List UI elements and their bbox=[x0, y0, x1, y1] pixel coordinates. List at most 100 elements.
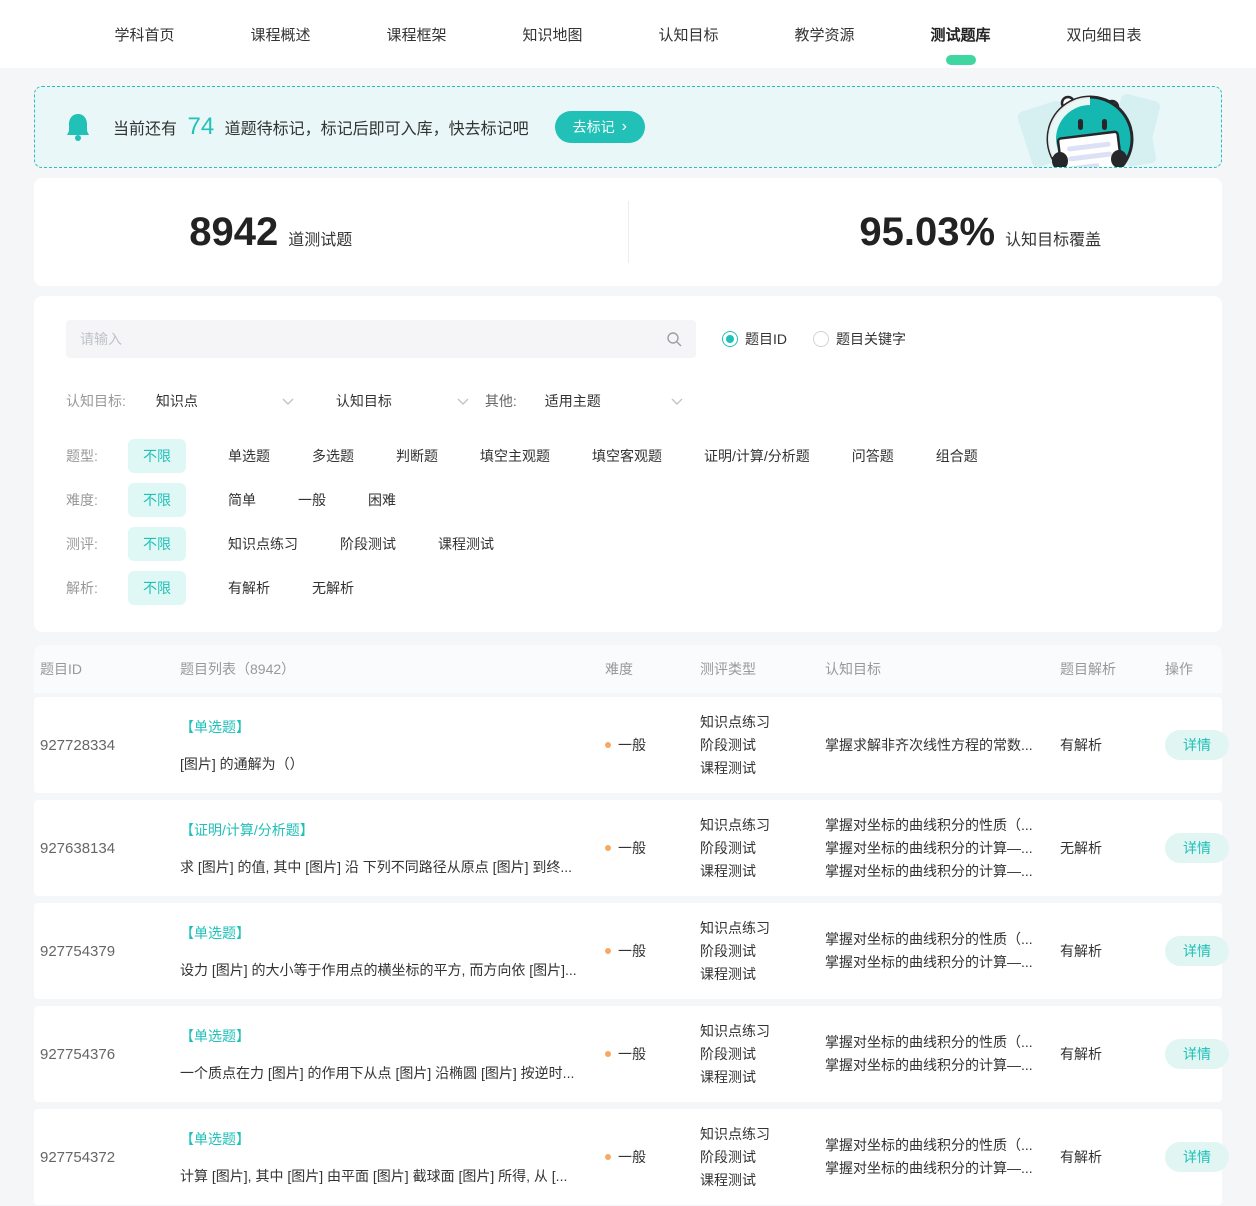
filter-option[interactable]: 简单 bbox=[228, 490, 256, 510]
applicable-topic-dropdown[interactable]: 适用主题 bbox=[545, 391, 683, 411]
coverage-label: 认知目标覆盖 bbox=[1005, 226, 1101, 250]
col-header-question-list: 题目列表（8942） bbox=[180, 659, 605, 679]
analysis-status: 有解析 bbox=[1060, 1044, 1165, 1064]
banner-message: 当前还有 74 道题待标记，标记后即可入库，快去标记吧 bbox=[113, 113, 529, 141]
radio-question-keyword[interactable]: 题目关键字 bbox=[813, 329, 906, 349]
filter-option[interactable]: 不限 bbox=[128, 527, 186, 561]
question-id: 927754372 bbox=[40, 1149, 180, 1166]
nav-tab-cognitive-goals[interactable]: 认知目标 bbox=[659, 0, 719, 69]
detail-button[interactable]: 详情 bbox=[1165, 1142, 1229, 1172]
filter-option[interactable]: 阶段测试 bbox=[340, 534, 396, 554]
cognitive-goal-filter-label: 认知目标: bbox=[66, 391, 126, 411]
filter-option[interactable]: 有解析 bbox=[228, 578, 270, 598]
difficulty-dot-icon bbox=[605, 1154, 611, 1160]
filter-option[interactable]: 课程测试 bbox=[438, 534, 494, 554]
dropdown-filter-row: 认知目标: 知识点 认知目标 其他: 适用主题 bbox=[66, 391, 1190, 411]
nav-tab-test-bank[interactable]: 测试题库 bbox=[931, 0, 991, 69]
eval-types: 知识点练习 阶段测试 课程测试 bbox=[700, 1020, 825, 1089]
radio-label: 题目ID bbox=[745, 329, 787, 349]
question-type-tag: 【单选题】 bbox=[180, 1129, 585, 1149]
go-mark-label: 去标记 bbox=[573, 117, 615, 137]
dropdown-value: 知识点 bbox=[156, 391, 198, 411]
stat-total-questions: 8942 道测试题 bbox=[0, 210, 568, 255]
filter-option[interactable]: 多选题 bbox=[312, 446, 354, 466]
coverage-percent: 95.03% bbox=[859, 210, 995, 255]
filter-option[interactable]: 组合题 bbox=[936, 446, 978, 466]
filter-option[interactable]: 判断题 bbox=[396, 446, 438, 466]
chevron-down-icon bbox=[671, 398, 683, 405]
filter-option[interactable]: 无解析 bbox=[312, 578, 354, 598]
search-input[interactable] bbox=[80, 331, 666, 347]
go-mark-button[interactable]: 去标记 › bbox=[555, 111, 645, 143]
detail-button[interactable]: 详情 bbox=[1165, 833, 1229, 863]
chevron-down-icon bbox=[457, 398, 469, 405]
filter-option[interactable]: 不限 bbox=[128, 571, 186, 605]
nav-tab-course-overview[interactable]: 课程概述 bbox=[250, 0, 310, 69]
top-navigation: 学科首页 课程概述 课程框架 知识地图 认知目标 教学资源 测试题库 双向细目表 bbox=[0, 0, 1256, 68]
filter-option[interactable]: 知识点练习 bbox=[228, 534, 298, 554]
difficulty-label: 一般 bbox=[618, 1044, 646, 1064]
difficulty-dot-icon bbox=[605, 1051, 611, 1057]
stat-coverage: 95.03% 认知目标覆盖 bbox=[684, 210, 1256, 255]
cognitive-goals: 掌握对坐标的曲线积分的性质（... 掌握对坐标的曲线积分的计算—... 掌握对坐… bbox=[825, 814, 1060, 883]
question-id: 927754376 bbox=[40, 1046, 180, 1063]
filter-option[interactable]: 填空主观题 bbox=[480, 446, 550, 466]
analysis-status: 有解析 bbox=[1060, 941, 1165, 961]
filter-option[interactable]: 填空客观题 bbox=[592, 446, 662, 466]
question-id: 927728334 bbox=[40, 737, 180, 754]
detail-button[interactable]: 详情 bbox=[1165, 936, 1229, 966]
detail-button[interactable]: 详情 bbox=[1165, 730, 1229, 760]
question-text: 设力 [图片] 的大小等于作用点的横坐标的平方, 而方向依 [图片]... bbox=[180, 960, 585, 980]
filter-option[interactable]: 单选题 bbox=[228, 446, 270, 466]
question-type-tag: 【证明/计算/分析题】 bbox=[180, 820, 585, 840]
difficulty-dot-icon bbox=[605, 845, 611, 851]
analysis-status: 无解析 bbox=[1060, 838, 1165, 858]
filter-option[interactable]: 不限 bbox=[128, 483, 186, 517]
cognitive-goals: 掌握对坐标的曲线积分的性质（... 掌握对坐标的曲线积分的计算—... bbox=[825, 1134, 1060, 1180]
cognitive-goals: 掌握对坐标的曲线积分的性质（... 掌握对坐标的曲线积分的计算—... bbox=[825, 1031, 1060, 1077]
filter-label: 解析: bbox=[66, 578, 128, 598]
question-text: 求 [图片] 的值, 其中 [图片] 沿 下列不同路径从原点 [图片] 到终..… bbox=[180, 857, 585, 877]
nav-tab-teaching-resources[interactable]: 教学资源 bbox=[795, 0, 855, 69]
detail-button[interactable]: 详情 bbox=[1165, 1039, 1229, 1069]
knowledge-point-dropdown[interactable]: 知识点 bbox=[156, 391, 294, 411]
filter-option[interactable]: 问答题 bbox=[852, 446, 894, 466]
difficulty-label: 一般 bbox=[618, 1147, 646, 1167]
eval-types: 知识点练习 阶段测试 课程测试 bbox=[700, 917, 825, 986]
cognitive-goal-dropdown[interactable]: 认知目标 bbox=[336, 391, 469, 411]
question-type-tag: 【单选题】 bbox=[180, 923, 585, 943]
chevron-right-icon: › bbox=[622, 119, 627, 135]
nav-tab-knowledge-map[interactable]: 知识地图 bbox=[522, 0, 582, 69]
difficulty-dot-icon bbox=[605, 742, 611, 748]
filter-row-evaluation: 测评: 不限 知识点练习 阶段测试 课程测试 bbox=[66, 527, 1190, 561]
nav-tab-subject-home[interactable]: 学科首页 bbox=[114, 0, 174, 69]
search-mode-radios: 题目ID 题目关键字 bbox=[722, 329, 906, 349]
eval-types: 知识点练习 阶段测试 课程测试 bbox=[700, 1123, 825, 1192]
search-input-wrapper bbox=[66, 320, 696, 358]
notice-banner: 当前还有 74 道题待标记，标记后即可入库，快去标记吧 去标记 › bbox=[34, 86, 1222, 168]
other-filter-label: 其他: bbox=[485, 391, 517, 411]
filter-label: 题型: bbox=[66, 446, 128, 466]
col-header-difficulty: 难度 bbox=[605, 659, 700, 679]
filter-option[interactable]: 不限 bbox=[128, 439, 186, 473]
table-row: 927754376 【单选题】 一个质点在力 [图片] 的作用下从点 [图片] … bbox=[34, 1006, 1222, 1102]
radio-question-id[interactable]: 题目ID bbox=[722, 329, 787, 349]
banner-text-after: 道题待标记，标记后即可入库，快去标记吧 bbox=[225, 121, 529, 138]
difficulty-label: 一般 bbox=[618, 735, 646, 755]
table-row: 927638134 【证明/计算/分析题】 求 [图片] 的值, 其中 [图片]… bbox=[34, 800, 1222, 896]
question-type-tag: 【单选题】 bbox=[180, 1026, 585, 1046]
filter-option[interactable]: 一般 bbox=[298, 490, 326, 510]
table-row: 927754379 【单选题】 设力 [图片] 的大小等于作用点的横坐标的平方,… bbox=[34, 903, 1222, 999]
nav-tab-course-framework[interactable]: 课程框架 bbox=[386, 0, 446, 69]
radio-label: 题目关键字 bbox=[836, 329, 906, 349]
filter-label: 难度: bbox=[66, 490, 128, 510]
bell-icon bbox=[65, 112, 91, 142]
stats-card: 8942 道测试题 95.03% 认知目标覆盖 bbox=[34, 178, 1222, 286]
filter-option[interactable]: 困难 bbox=[368, 490, 396, 510]
filter-option[interactable]: 证明/计算/分析题 bbox=[704, 446, 810, 466]
nav-tab-two-way-table[interactable]: 双向细目表 bbox=[1067, 0, 1142, 69]
question-text: 计算 [图片], 其中 [图片] 由平面 [图片] 截球面 [图片] 所得, 从… bbox=[180, 1166, 585, 1186]
active-tab-indicator bbox=[946, 55, 976, 65]
search-icon bbox=[666, 331, 682, 347]
col-header-cognitive-goal: 认知目标 bbox=[825, 659, 1060, 679]
